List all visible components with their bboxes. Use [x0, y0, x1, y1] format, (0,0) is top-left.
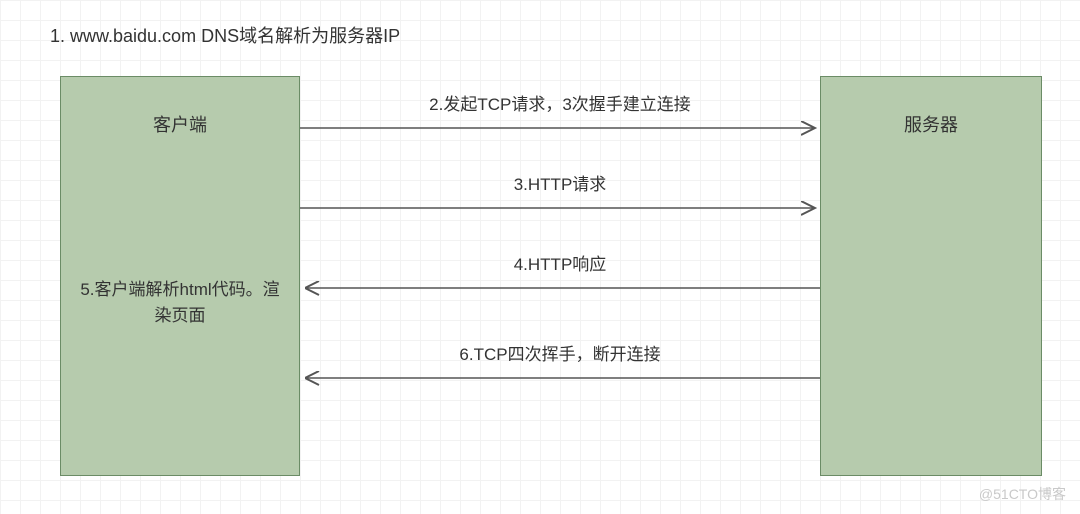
arrow-3: 3.HTTP请求	[300, 170, 820, 215]
server-box: 服务器	[820, 76, 1042, 476]
arrow-6: 6.TCP四次挥手，断开连接	[300, 340, 820, 385]
server-label: 服务器	[904, 111, 958, 137]
arrow-4: 4.HTTP响应	[300, 250, 820, 295]
arrow-6-label: 6.TCP四次挥手，断开连接	[459, 340, 660, 365]
diagram-title: 1. www.baidu.com DNS域名解析为服务器IP	[50, 22, 400, 48]
diagram-canvas: 1. www.baidu.com DNS域名解析为服务器IP 客户端 5.客户端…	[0, 0, 1080, 514]
client-label: 客户端	[153, 111, 207, 137]
client-box: 客户端 5.客户端解析html代码。渲染页面	[60, 76, 300, 476]
arrow-3-label: 3.HTTP请求	[514, 170, 607, 195]
arrow-2: 2.发起TCP请求，3次握手建立连接	[300, 90, 820, 135]
watermark: @51CTO博客	[979, 484, 1066, 504]
arrow-right-icon	[300, 121, 820, 135]
arrow-left-icon	[300, 371, 820, 385]
arrow-right-icon	[300, 201, 820, 215]
arrow-left-icon	[300, 281, 820, 295]
client-note: 5.客户端解析html代码。渲染页面	[61, 277, 299, 328]
arrow-2-label: 2.发起TCP请求，3次握手建立连接	[429, 90, 691, 115]
arrow-4-label: 4.HTTP响应	[514, 250, 607, 275]
